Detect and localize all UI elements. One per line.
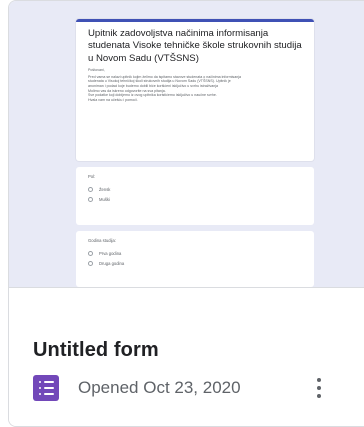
thumbnail-question-card: Pol: Žensk Muški <box>76 167 314 225</box>
radio-icon <box>88 261 93 266</box>
last-opened-date: Opened Oct 23, 2020 <box>78 378 241 397</box>
radio-icon <box>88 251 93 256</box>
thumbnail-form-description: Pred vama se nalazi upitnik kojim želimo… <box>88 75 304 103</box>
radio-option: Žensk <box>88 187 302 192</box>
thumbnail-form-title: Upitnik zadovoljstva načinima informisan… <box>88 28 302 64</box>
more-vert-icon[interactable] <box>314 373 324 403</box>
form-file-card[interactable]: Upitnik zadovoljstva načinima informisan… <box>8 0 364 427</box>
radio-icon <box>88 187 93 192</box>
question-label: Godina studija: <box>88 238 116 243</box>
google-forms-icon <box>33 375 59 401</box>
option-label: Muški <box>99 197 110 202</box>
radio-option: Muški <box>88 197 302 202</box>
thumbnail-question-card: Godina studija: Prva godina Druga godina <box>76 231 314 287</box>
option-label: Žensk <box>99 187 111 192</box>
file-title[interactable]: Untitled form <box>33 339 159 362</box>
question-label: Pol: <box>88 174 96 179</box>
thumbnail-form-subtitle: Poštovani, <box>88 68 105 73</box>
radio-icon <box>88 197 93 202</box>
thumbnail-form-header: Upitnik zadovoljstva načinima informisan… <box>76 19 314 161</box>
thumbnail-intro-line: Hvala vam na učešću i pomoći. <box>88 97 138 102</box>
option-label: Druga godina <box>99 261 125 266</box>
option-label: Prva godina <box>99 251 122 256</box>
form-thumbnail[interactable]: Upitnik zadovoljstva načinima informisan… <box>9 1 364 288</box>
radio-option: Prva godina <box>88 251 302 256</box>
radio-option: Druga godina <box>88 261 302 266</box>
